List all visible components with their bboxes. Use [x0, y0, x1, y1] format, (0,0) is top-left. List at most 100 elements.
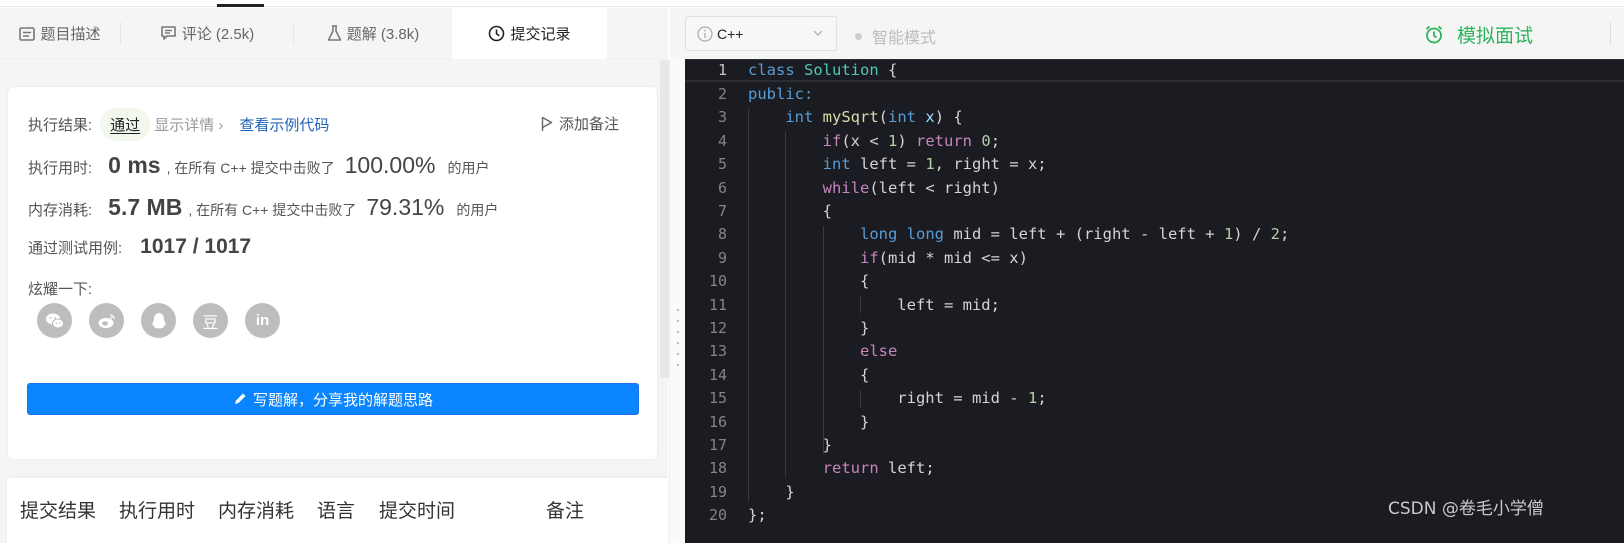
exec-result-label: 执行结果:	[28, 117, 93, 134]
douban-icon[interactable]: 豆	[193, 303, 228, 338]
description-icon	[19, 26, 36, 41]
code-line[interactable]: 8 long long mid = left + (right - left +…	[685, 223, 1624, 246]
toolbar-divider	[1610, 22, 1611, 46]
runtime-text: , 在所有 C++ 提交中击败了	[166, 160, 335, 176]
code-line[interactable]: 11 left = mid;	[685, 293, 1624, 316]
line-number: 11	[708, 295, 727, 314]
code-text: {	[748, 272, 870, 291]
code-text: if(mid * mid <= x)	[859, 248, 1028, 267]
tab-description[interactable]: 题目描述	[0, 8, 120, 59]
active-indicator	[217, 4, 264, 7]
show-detail-link[interactable]: 显示详情 ›	[154, 114, 223, 135]
share-icons: 豆 in	[37, 303, 280, 338]
line-number: 20	[708, 506, 727, 525]
linkedin-icon[interactable]: in	[245, 303, 280, 338]
line-number: 8	[717, 225, 727, 244]
code-line[interactable]: 9 if(mid * mid <= x)	[685, 246, 1624, 269]
code-text: }	[748, 412, 870, 431]
share-row: 炫耀一下:	[28, 278, 92, 299]
status-dot-icon	[855, 32, 862, 40]
alarm-clock-icon	[1425, 25, 1443, 44]
pencil-icon	[234, 393, 246, 404]
code-line[interactable]: 17 }	[685, 433, 1624, 456]
tab-solutions[interactable]: 题解 (3.8k)	[294, 8, 452, 59]
col-header-runtime[interactable]: 执行用时	[119, 496, 218, 523]
code-line[interactable]: 6 while(left < right)	[685, 176, 1624, 199]
submission-result-card: 执行结果: 通过 显示详情 › 查看示例代码 添加备注 执行用时: 0 ms ,…	[7, 86, 658, 460]
weibo-icon[interactable]	[89, 303, 124, 338]
qq-icon[interactable]	[141, 303, 176, 338]
runtime-label: 执行用时:	[28, 160, 93, 177]
add-note-button[interactable]: 添加备注	[541, 113, 619, 134]
tab-submissions[interactable]: 提交记录	[452, 8, 607, 59]
code-line[interactable]: 5 int left = 1, right = x;	[685, 153, 1624, 176]
code-line[interactable]: 1 class Solution {	[685, 59, 1624, 83]
flag-icon	[541, 116, 553, 132]
view-sample-code-link[interactable]: 查看示例代码	[239, 114, 329, 135]
tab-comments[interactable]: 评论 (2.5k)	[121, 8, 293, 59]
runtime-percent: 100.00%	[344, 152, 436, 178]
watermark: CSDN @卷毛小学僧	[1388, 499, 1544, 519]
clock-icon	[488, 25, 505, 42]
code-line[interactable]: 18 return left;	[685, 457, 1624, 480]
col-header-result[interactable]: 提交结果	[20, 496, 119, 523]
col-header-language[interactable]: 语言	[317, 496, 379, 523]
language-value: C++	[717, 25, 744, 42]
code-line[interactable]: 4 if(x < 1) return 0;	[685, 129, 1624, 152]
drag-handle-dots	[677, 309, 679, 375]
line-number: 2	[717, 85, 727, 104]
top-strip	[0, 0, 1624, 7]
col-header-time[interactable]: 提交时间	[379, 496, 546, 523]
code-text: int mySqrt(int x) {	[785, 108, 963, 127]
language-select[interactable]: C++	[685, 16, 837, 51]
line-number: 16	[708, 412, 727, 431]
runtime-row: 执行用时: 0 ms , 在所有 C++ 提交中击败了 100.00% 的用户	[28, 152, 489, 179]
code-text: {	[748, 202, 832, 221]
memory-suffix: 的用户	[456, 202, 499, 218]
memory-text: , 在所有 C++ 提交中击败了	[188, 202, 357, 218]
table-header: 提交结果 执行用时 内存消耗 语言 提交时间 备注	[20, 496, 584, 523]
line-number: 19	[708, 482, 727, 501]
col-header-note[interactable]: 备注	[546, 496, 584, 523]
code-text: };	[748, 506, 767, 525]
indent-guide	[860, 296, 862, 314]
mock-interview-button[interactable]: 模拟面试	[1425, 21, 1533, 48]
panel-resize-handle[interactable]	[669, 59, 685, 543]
memory-value: 5.7 MB	[108, 194, 183, 220]
testcases-label: 通过测试用例:	[28, 240, 123, 257]
line-number: 12	[708, 319, 727, 338]
code-text: int left = 1, right = x;	[822, 155, 1047, 174]
wechat-icon[interactable]	[37, 303, 72, 338]
code-line[interactable]: 13 else	[685, 340, 1624, 363]
code-line[interactable]: 16 }	[685, 410, 1624, 433]
code-line[interactable]: 2 public:	[685, 82, 1624, 105]
line-number: 18	[708, 459, 727, 478]
smart-mode-toggle[interactable]: 智能模式	[855, 24, 936, 48]
line-number: 17	[708, 436, 727, 455]
code-text: }	[748, 436, 832, 455]
code-line[interactable]: 7 {	[685, 199, 1624, 222]
line-number: 10	[708, 272, 727, 291]
douban-glyph: 豆	[202, 314, 219, 332]
col-header-memory[interactable]: 内存消耗	[218, 496, 317, 523]
left-scrollbar[interactable]	[660, 60, 669, 378]
testcases-row: 通过测试用例: 1017 / 1017	[28, 235, 251, 259]
code-line[interactable]: 10 {	[685, 270, 1624, 293]
code-editor[interactable]: 1 class Solution { 2 public: 3 int mySqrt(in…	[685, 59, 1624, 543]
comment-icon	[160, 25, 177, 42]
code-text: class Solution {	[748, 61, 898, 80]
line-number: 9	[717, 248, 727, 267]
code-line[interactable]: 15 right = mid - 1;	[685, 387, 1624, 410]
write-solution-label: 写题解，分享我的解题思路	[252, 391, 433, 409]
share-label: 炫耀一下:	[28, 281, 93, 298]
code-line[interactable]: 14 {	[685, 363, 1624, 386]
memory-label: 内存消耗:	[28, 202, 93, 219]
code-line[interactable]: 3 int mySqrt(int x) {	[685, 106, 1624, 129]
code-line[interactable]: 12 }	[685, 316, 1624, 339]
write-solution-button[interactable]: 写题解，分享我的解题思路	[27, 383, 639, 415]
mock-interview-label: 模拟面试	[1457, 26, 1534, 47]
testcases-value: 1017 / 1017	[140, 235, 252, 258]
line-number: 1	[717, 61, 727, 80]
indent-guide	[748, 108, 749, 501]
code-text: }	[748, 482, 795, 501]
